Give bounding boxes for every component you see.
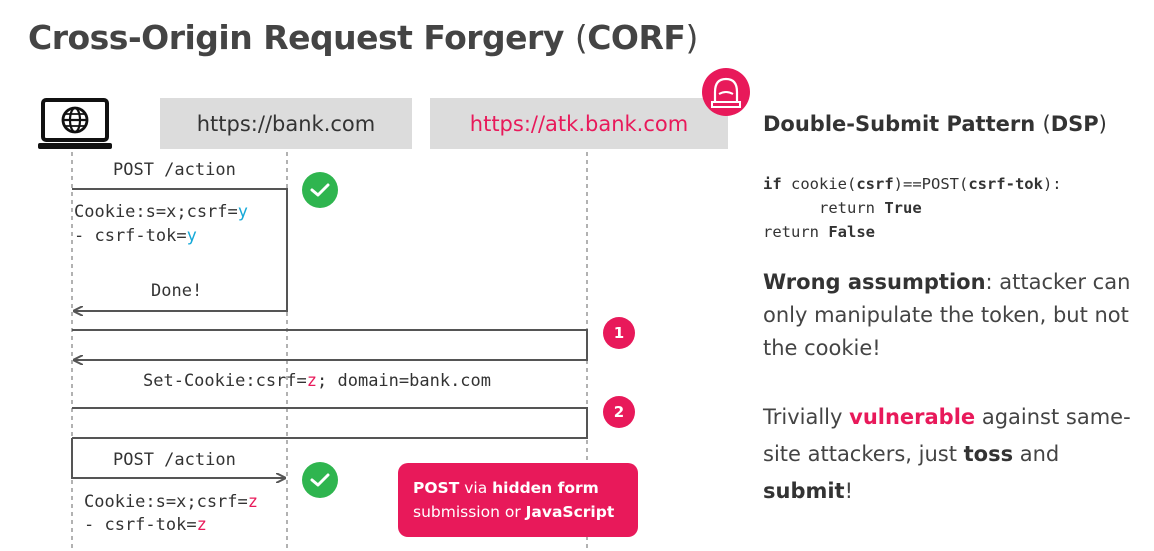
flow1-cookie-line: Cookie:s=x;csrf=y [74, 202, 249, 222]
step-badge-1: 1 [603, 317, 635, 349]
vulnerable-text: Trivially vulnerable against same-site a… [763, 405, 1131, 503]
step-badge-2: 2 [603, 396, 635, 428]
code-line-1: if cookie(csrf)==POST(csrf-tok): [763, 175, 1062, 193]
flow1-request-label: POST /action [113, 160, 236, 180]
dsp-heading: Double-Submit Pattern (DSP) [763, 112, 1107, 136]
code-line-2: return True [763, 199, 922, 217]
flow2-token-line: - csrf-tok=z [84, 515, 207, 535]
check-icon [302, 172, 338, 208]
attack-callout: POST via hidden form submission or JavaS… [398, 463, 638, 537]
wrong-assumption-text: Wrong assumption: attacker can only mani… [763, 270, 1131, 360]
set-cookie-label: Set-Cookie:csrf=z; domain=bank.com [143, 371, 492, 391]
flow2-request-label: POST /action [113, 450, 236, 470]
check-icon [302, 462, 338, 498]
code-line-3: return False [763, 223, 875, 241]
flow1-token-line: - csrf-tok=y [74, 226, 197, 246]
flow2-cookie-line: Cookie:s=x;csrf=z [84, 492, 259, 512]
dsp-code: if cookie(csrf)==POST(csrf-tok): return … [763, 172, 1062, 244]
flow1-response-label: Done! [151, 281, 203, 301]
